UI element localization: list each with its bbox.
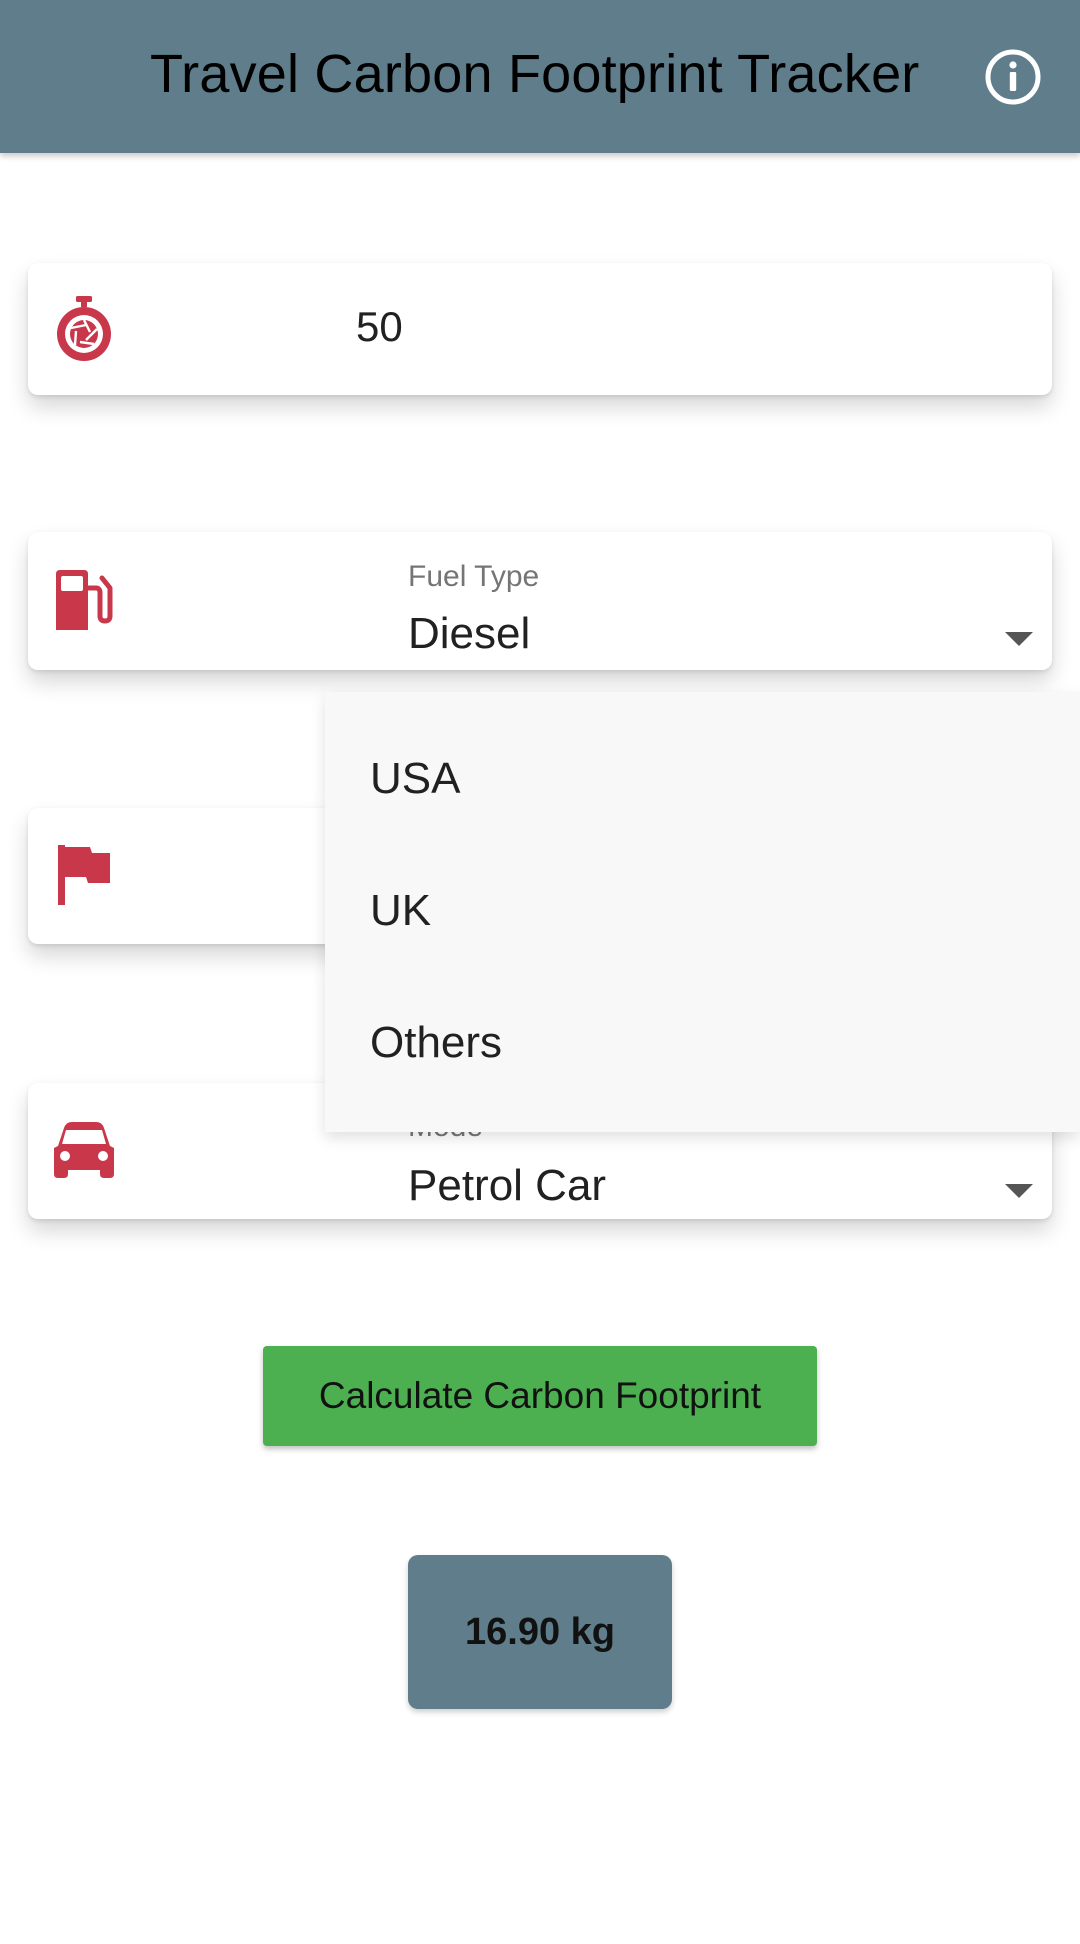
fuel-type-dropdown[interactable]: Fuel Type Diesel — [28, 532, 1052, 670]
country-options-menu: USA UK Others — [325, 692, 1080, 1132]
menu-item-uk[interactable]: UK — [370, 886, 431, 936]
car-icon — [50, 1116, 118, 1184]
result-value: 16.90 kg — [465, 1610, 615, 1653]
menu-item-usa[interactable]: USA — [370, 754, 460, 804]
result-box: 16.90 kg — [408, 1555, 672, 1709]
menu-item-others[interactable]: Others — [370, 1018, 502, 1068]
app-title: Travel Carbon Footprint Tracker — [150, 44, 920, 104]
flag-icon — [50, 841, 118, 909]
calculate-button[interactable]: Calculate Carbon Footprint — [263, 1346, 817, 1446]
gas-pump-icon — [50, 566, 118, 634]
chevron-down-icon — [1005, 1184, 1033, 1198]
distance-card: 50 — [28, 263, 1052, 395]
app-screen: Travel Carbon Footprint Tracker 50 Fuel … — [0, 0, 1080, 1944]
info-icon[interactable] — [984, 48, 1042, 106]
stopwatch-icon — [50, 294, 118, 362]
fuel-type-label: Fuel Type — [408, 560, 540, 593]
mode-value: Petrol Car — [408, 1161, 607, 1210]
app-bar: Travel Carbon Footprint Tracker — [0, 0, 1080, 153]
distance-value[interactable]: 50 — [356, 303, 403, 351]
chevron-down-icon — [1005, 632, 1033, 646]
fuel-type-value: Diesel — [408, 609, 531, 658]
